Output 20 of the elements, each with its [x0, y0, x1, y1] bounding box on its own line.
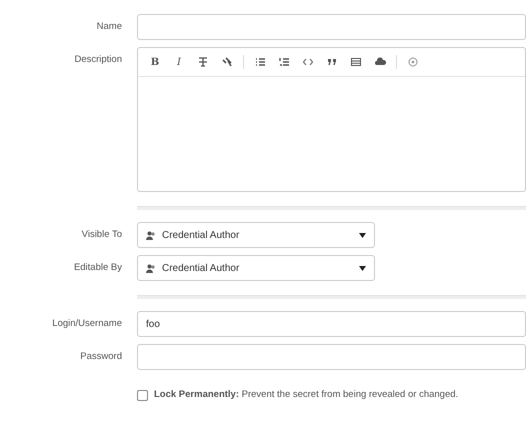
- field-label: Name: [96, 20, 122, 34]
- lock-description: Lock Permanently: Prevent the secret from being revealed or changed.: [154, 388, 458, 402]
- field-label: Password: [79, 350, 122, 364]
- users-icon: [146, 264, 156, 272]
- select-dropdown[interactable]: Credential Author: [137, 222, 375, 248]
- caret-icon: [359, 232, 366, 238]
- users-icon: [146, 230, 156, 240]
- text-field[interactable]: [137, 344, 526, 370]
- italic-button[interactable]: I: [168, 52, 190, 72]
- select-dropdown[interactable]: Credential Author: [137, 255, 375, 281]
- caret-icon: [359, 266, 366, 270]
- text-field[interactable]: foo: [137, 311, 526, 337]
- field-label: Description: [73, 53, 122, 67]
- checkbox[interactable]: [137, 390, 148, 401]
- field-label: Editable By: [72, 261, 122, 275]
- field-label: Login/Username: [51, 317, 122, 331]
- rich-text-editor[interactable]: B I: [137, 47, 526, 192]
- text-field[interactable]: [137, 14, 526, 40]
- bold-button[interactable]: B: [144, 52, 166, 72]
- field-label: Visible To: [80, 228, 122, 242]
